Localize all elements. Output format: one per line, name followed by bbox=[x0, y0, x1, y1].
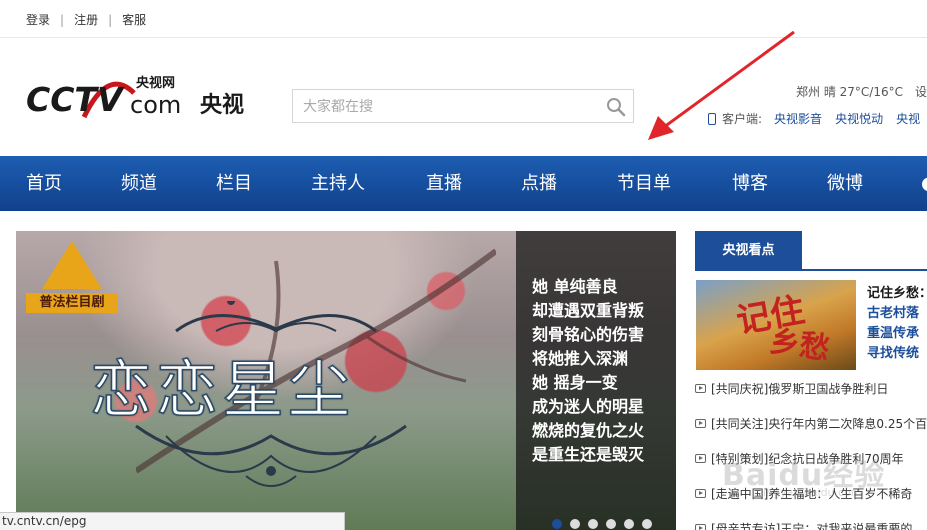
svg-text:com: com bbox=[130, 91, 181, 119]
slide-dot[interactable] bbox=[552, 519, 562, 529]
cctv-highlights: 央视看点 记住 乡愁 记住乡愁： 古老村落 重温传承 寻找传统 [共同庆祝]俄罗… bbox=[695, 231, 927, 530]
badge-logo-icon bbox=[42, 241, 102, 289]
video-icon bbox=[695, 454, 706, 463]
badge-text: 普法栏目剧 bbox=[26, 293, 118, 313]
video-icon bbox=[695, 489, 706, 498]
news-item[interactable]: [母亲节专访]王宁：对我来说最重要的 bbox=[695, 520, 912, 530]
news-text: [特别策划]纪念抗日战争胜利70周年 bbox=[711, 452, 904, 466]
ornament-top bbox=[175, 301, 377, 333]
caption-line: 她 单纯善良 bbox=[532, 277, 618, 296]
tab-highlights[interactable]: 央视看点 bbox=[695, 231, 802, 271]
slide-dot[interactable] bbox=[624, 519, 634, 529]
client-links: 客户端: 央视影音 央视悦动 央视 bbox=[708, 110, 927, 127]
banner-caption: 她 单纯善良 却遭遇双重背叛 刻骨铭心的伤害 将她推入深渊 她 摇身一变 成为迷… bbox=[516, 231, 676, 530]
slide-dot[interactable] bbox=[570, 519, 580, 529]
set-homepage-link[interactable]: 设为 bbox=[915, 85, 927, 99]
top-links: 登录 | 注册 | 客服 bbox=[26, 11, 146, 28]
program-badge: 普法栏目剧 bbox=[26, 241, 118, 313]
slide-dot[interactable] bbox=[642, 519, 652, 529]
schedule-highlight-box bbox=[0, 156, 927, 211]
thumb-calligraphy: 乡愁 bbox=[767, 323, 832, 367]
video-icon bbox=[695, 384, 706, 393]
feature-line[interactable]: 重温传承 bbox=[867, 322, 919, 341]
caption-line: 成为迷人的明星 bbox=[532, 397, 645, 416]
logo-cctv-text: CCTV bbox=[26, 80, 125, 119]
video-icon bbox=[695, 524, 706, 530]
logo-cn-text: 央视 bbox=[200, 92, 244, 118]
slide-dot[interactable] bbox=[588, 519, 598, 529]
feature-line[interactable]: 古老村落 bbox=[867, 302, 919, 321]
search-box bbox=[292, 89, 634, 123]
slide-dot[interactable] bbox=[606, 519, 616, 529]
cctv-logo[interactable]: CCTV 央视网 com 央视 bbox=[26, 73, 256, 125]
login-link[interactable]: 登录 bbox=[26, 11, 50, 28]
caption-line: 将她推入深渊 bbox=[532, 349, 629, 368]
caption-line: 燃烧的复仇之火 bbox=[532, 421, 645, 440]
page: 登录 | 注册 | 客服 CCTV 央视网 com 央视 大家都在搜 郑州 晴 … bbox=[0, 0, 927, 530]
client-link-sports[interactable]: 央视悦动 bbox=[835, 110, 883, 127]
top-bar: 登录 | 注册 | 客服 bbox=[0, 0, 927, 38]
feature-title[interactable]: 记住乡愁： bbox=[867, 282, 927, 301]
status-url-bar: tv.cntv.cn/epg bbox=[0, 512, 345, 530]
video-icon bbox=[695, 419, 706, 428]
caption-line: 是重生还是毁灭 bbox=[532, 445, 645, 464]
client-link-cbox[interactable]: 央视影音 bbox=[774, 110, 822, 127]
divider: | bbox=[60, 12, 65, 27]
feature-line[interactable]: 寻找传统 bbox=[867, 342, 919, 361]
news-item[interactable]: [共同庆祝]俄罗斯卫国战争胜利日 bbox=[695, 380, 888, 397]
ornament-bottom bbox=[135, 424, 407, 487]
client-label: 客户端: bbox=[722, 112, 763, 126]
caption-line: 却遭遇双重背叛 bbox=[532, 301, 645, 320]
featured-banner[interactable]: 普法栏目剧 恋恋星尘 她 单纯善良 却遭遇双重背叛 刻骨铭心的伤害 将她推入深渊… bbox=[16, 231, 676, 530]
search-input[interactable] bbox=[303, 96, 593, 118]
slide-dots bbox=[552, 519, 652, 529]
feature-thumbnail[interactable]: 记住 乡愁 bbox=[696, 280, 856, 370]
search-icon[interactable] bbox=[605, 96, 627, 118]
news-text: [母亲节专访]王宁：对我来说最重要的 bbox=[711, 522, 913, 530]
news-item[interactable]: [走遍中国]养生福地：人生百岁不稀奇 bbox=[695, 485, 912, 502]
divider: | bbox=[108, 12, 113, 27]
news-item[interactable]: [特别策划]纪念抗日战争胜利70周年 bbox=[695, 450, 904, 467]
logo-small-text: 央视网 bbox=[136, 75, 175, 91]
news-item[interactable]: [共同关注]央行年内第二次降息0.25个百分点 bbox=[695, 415, 927, 432]
caption-line: 她 摇身一变 bbox=[532, 373, 618, 392]
news-text: [共同庆祝]俄罗斯卫国战争胜利日 bbox=[711, 382, 889, 396]
caption-line: 刻骨铭心的伤害 bbox=[532, 325, 645, 344]
client-link-more[interactable]: 央视 bbox=[896, 110, 920, 127]
highlights-tab-header: 央视看点 bbox=[695, 231, 927, 271]
news-text: [走遍中国]养生福地：人生百岁不稀奇 bbox=[711, 487, 913, 501]
header: CCTV 央视网 com 央视 郑州 晴 27°C/16°C 设为 客户端: 央视… bbox=[0, 39, 927, 156]
phone-icon bbox=[708, 112, 716, 125]
register-link[interactable]: 注册 bbox=[74, 11, 98, 28]
weather-info: 郑州 晴 27°C/16°C 设为 bbox=[796, 83, 927, 100]
weather-text: 郑州 晴 27°C/16°C bbox=[796, 85, 903, 99]
service-link[interactable]: 客服 bbox=[122, 11, 146, 28]
news-text: [共同关注]央行年内第二次降息0.25个百分点 bbox=[711, 417, 927, 431]
